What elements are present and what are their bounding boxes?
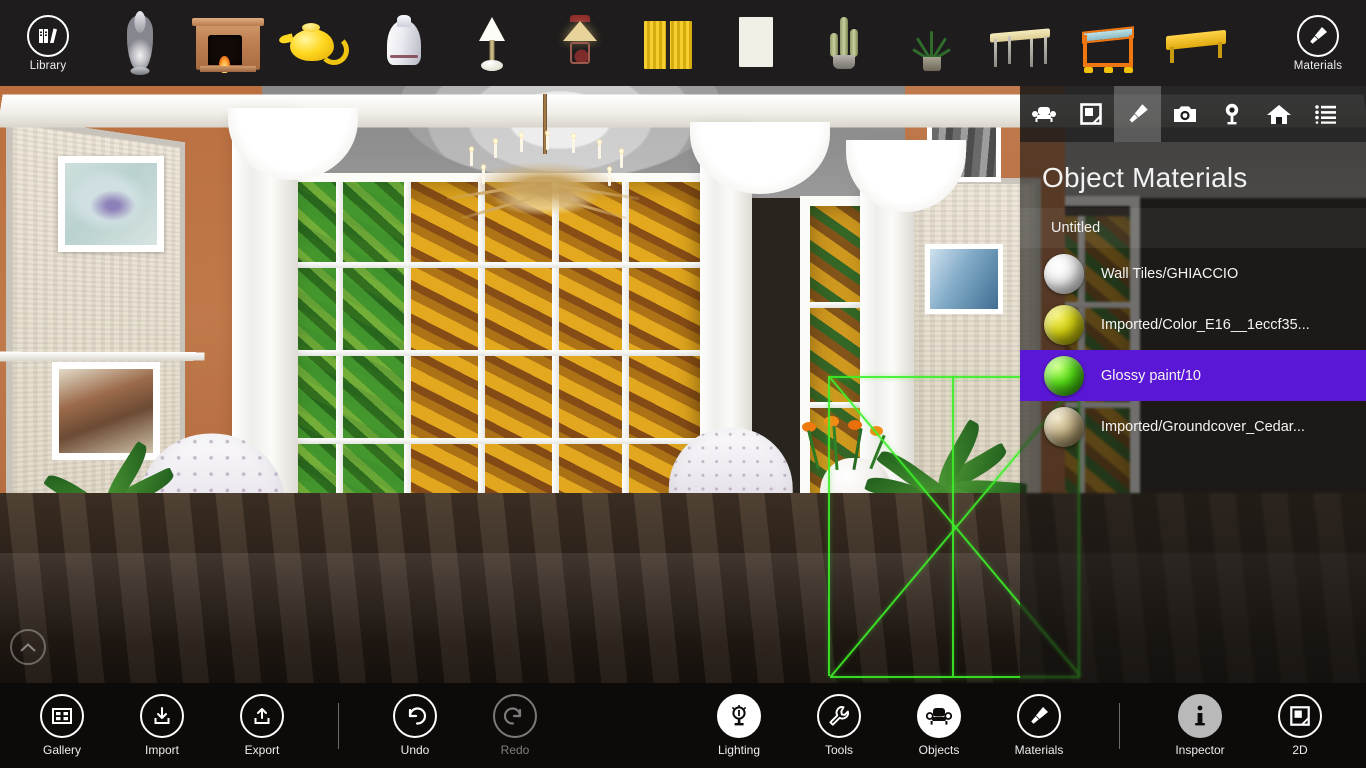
materials-button[interactable]: Materials [989, 694, 1089, 757]
materials-label: Materials [1014, 743, 1064, 757]
lighting-button[interactable]: Lighting [689, 694, 789, 757]
armchair-icon [1031, 107, 1056, 122]
material-swatch [1044, 304, 1084, 345]
cactus-thumbnail[interactable] [800, 0, 888, 86]
divider-right [1119, 702, 1120, 749]
undo-label: Undo [400, 743, 430, 757]
undo-arrow-icon [393, 694, 437, 738]
bottom-toolbar: Gallery Import Export Undo Redo Lighting… [0, 683, 1366, 768]
library-label: Library [29, 59, 67, 72]
tab-floorplan[interactable] [1067, 86, 1114, 142]
chandelier[interactable] [430, 94, 660, 234]
armchair-icon [917, 694, 961, 738]
upload-icon [240, 694, 284, 738]
milk-jug-thumbnail[interactable] [360, 0, 448, 86]
yellow-table-thumbnail[interactable] [1152, 0, 1240, 86]
gallery-icon [40, 694, 84, 738]
fireplace-thumbnail[interactable] [184, 0, 272, 86]
export-label: Export [244, 743, 280, 757]
paintbrush-icon [1017, 694, 1061, 738]
material-group-label: Untitled [1020, 208, 1366, 248]
material-swatch [1044, 355, 1084, 396]
wall-art-bottom-right [925, 244, 1003, 314]
materials-list[interactable]: Wall Tiles/GHIACCIO Imported/Color_E16__… [1020, 248, 1366, 452]
paintbrush-icon [1297, 14, 1339, 57]
import-button[interactable]: Import [112, 694, 212, 757]
material-swatch [1044, 253, 1084, 294]
tab-lighting[interactable] [1208, 86, 1255, 142]
tools-label: Tools [824, 743, 853, 757]
material-label: Imported/Groundcover_Cedar... [1101, 418, 1305, 435]
materials-toolbar-label: Materials [1293, 59, 1343, 72]
material-label: Wall Tiles/GHIACCIO [1101, 265, 1239, 282]
floorplan-icon [1278, 694, 1322, 738]
table-lamp-shade-thumbnail[interactable] [536, 0, 624, 86]
teapot-thumbnail[interactable] [272, 0, 360, 86]
panel-body: Object Materials Untitled Wall Tiles/GHI… [1020, 142, 1366, 683]
top-toolbar: Library Materials [0, 0, 1366, 86]
materials-toolbar-button[interactable]: Materials [1270, 0, 1366, 86]
material-label: Glossy paint/10 [1101, 367, 1201, 384]
tools-button[interactable]: Tools [789, 694, 889, 757]
potted-plant-thumbnail[interactable] [888, 0, 976, 86]
silver-vase-thumbnail[interactable] [96, 0, 184, 86]
curtains-thumbnail[interactable] [624, 0, 712, 86]
library-button[interactable]: Library [0, 0, 96, 86]
scroll-up-button[interactable] [10, 629, 46, 665]
orange-table-thumbnail[interactable] [1064, 0, 1152, 86]
material-label: Imported/Color_E16__1eccf35... [1101, 316, 1310, 333]
camera-icon [1173, 106, 1196, 122]
tab-home[interactable] [1255, 86, 1302, 142]
material-row[interactable]: Imported/Color_E16__1eccf35... [1020, 299, 1366, 350]
view-2d-label: 2D [1292, 743, 1308, 757]
material-row[interactable]: Wall Tiles/GHIACCIO [1020, 248, 1366, 299]
info-icon [1178, 694, 1222, 738]
wall-art-top-left [58, 156, 164, 252]
tab-list[interactable] [1302, 86, 1349, 142]
material-row[interactable]: Imported/Groundcover_Cedar... [1020, 401, 1366, 452]
objects-button[interactable]: Objects [889, 694, 989, 757]
gallery-label: Gallery [42, 743, 81, 757]
divider-left [338, 702, 339, 749]
books-icon [27, 14, 69, 57]
view-2d-button[interactable]: 2D [1250, 694, 1350, 757]
material-row-selected[interactable]: Glossy paint/10 [1020, 350, 1366, 401]
white-table-thumbnail[interactable] [976, 0, 1064, 86]
lighting-label: Lighting [717, 743, 761, 757]
paintbrush-icon [1129, 104, 1148, 123]
chevron-up-icon [20, 642, 36, 651]
redo-button[interactable]: Redo [465, 694, 565, 757]
gallery-button[interactable]: Gallery [12, 694, 112, 757]
inspector-label: Inspector [1175, 743, 1225, 757]
tab-camera[interactable] [1161, 86, 1208, 142]
import-label: Import [144, 743, 179, 757]
tab-materials[interactable] [1114, 86, 1161, 142]
mona-lisa-painting-thumbnail[interactable] [712, 0, 800, 86]
objects-label: Objects [918, 743, 960, 757]
list-icon [1314, 105, 1336, 124]
wrench-icon [817, 694, 861, 738]
home-icon [1266, 105, 1291, 124]
material-swatch [1044, 406, 1084, 447]
redo-label: Redo [500, 743, 530, 757]
redo-arrow-icon [493, 694, 537, 738]
floorplan-icon [1079, 103, 1102, 125]
undo-button[interactable]: Undo [365, 694, 465, 757]
export-button[interactable]: Export [212, 694, 312, 757]
bulb-icon [717, 694, 761, 738]
panel-tab-bar [1020, 86, 1366, 142]
table-lamp-white-thumbnail[interactable] [448, 0, 536, 86]
bulb-icon [1225, 103, 1238, 125]
tab-objects[interactable] [1020, 86, 1067, 142]
download-icon [140, 694, 184, 738]
shelf-upper-left [0, 351, 205, 362]
object-thumbnail-strip[interactable] [96, 0, 1270, 86]
inspector-button[interactable]: Inspector [1150, 694, 1250, 757]
panel-title: Object Materials [1042, 162, 1248, 193]
object-materials-panel: Object Materials Untitled Wall Tiles/GHI… [1020, 86, 1366, 683]
